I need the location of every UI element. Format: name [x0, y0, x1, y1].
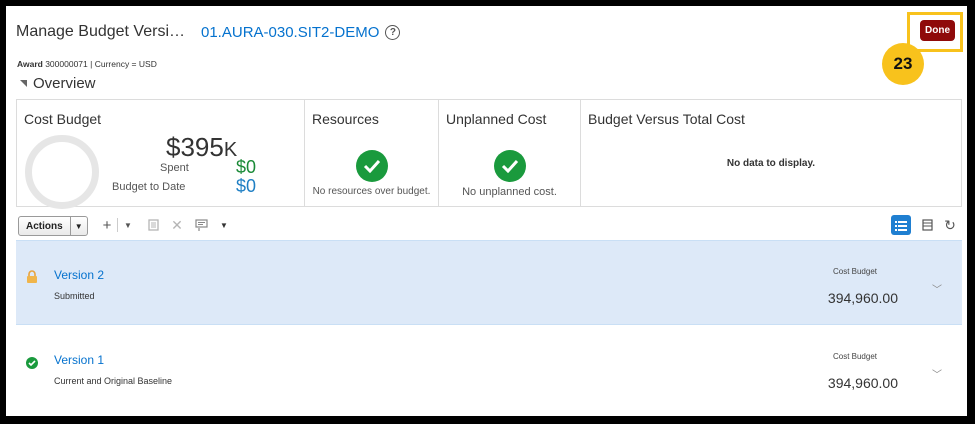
- resources-tile[interactable]: Resources No resources over budget.: [305, 100, 439, 206]
- resources-title: Resources: [312, 111, 379, 127]
- award-value: 300000071: [45, 59, 88, 69]
- compare-icon[interactable]: [194, 216, 210, 234]
- cost-budget-title: Cost Budget: [24, 111, 102, 127]
- resources-note: No resources over budget.: [312, 186, 431, 197]
- version-name-link[interactable]: Version 2: [54, 268, 104, 282]
- cost-budget-value: 394,960.00: [827, 375, 898, 391]
- unplanned-cost-title: Unplanned Cost: [446, 111, 547, 127]
- actions-label: Actions: [26, 220, 63, 232]
- copy-icon[interactable]: [146, 216, 160, 234]
- award-label: Award: [17, 59, 43, 69]
- step-badge: 23: [882, 43, 924, 85]
- version-status: Current and Original Baseline: [54, 376, 173, 386]
- unplanned-cost-note: No unplanned cost.: [462, 186, 557, 198]
- budget-vs-total-tile[interactable]: Budget Versus Total Cost No data to disp…: [581, 100, 961, 206]
- cost-budget-label: Cost Budget: [832, 352, 877, 361]
- cost-budget-label: Cost Budget: [832, 267, 877, 276]
- version-row[interactable]: Version 1 Current and Original Baseline …: [16, 326, 962, 411]
- delete-icon[interactable]: ✕: [170, 216, 184, 234]
- check-circle-icon: [26, 357, 38, 369]
- page-title: Manage Budget Versi…: [16, 23, 185, 40]
- meta-separator: |: [90, 59, 93, 69]
- check-circle-icon: [356, 150, 388, 182]
- award-meta: Award 300000071 | Currency = USD: [17, 59, 157, 69]
- cost-budget-value: 394,960.00: [827, 290, 898, 306]
- project-identifier: 01.AURA-030.SIT2-DEMO: [201, 23, 380, 41]
- list-view-icon[interactable]: [891, 215, 911, 235]
- more-chevron-down-icon[interactable]: ▼: [218, 216, 230, 234]
- page-frame: Manage Budget Versi… 01.AURA-030.SIT2-DE…: [6, 6, 967, 416]
- cost-budget-amount-value: $395: [166, 132, 224, 162]
- done-button[interactable]: Done: [920, 20, 955, 41]
- chevron-down-icon: ▼: [69, 217, 87, 235]
- lock-icon: [26, 270, 38, 289]
- overview-label: Overview: [33, 75, 96, 92]
- budget-to-date-value: $0: [236, 176, 257, 196]
- version-name-link[interactable]: Version 1: [54, 353, 104, 367]
- versions-toolbar: Actions ▼ + ▼ ✕ ▼ ↻: [18, 215, 958, 238]
- add-icon[interactable]: +: [100, 216, 114, 234]
- title-row: Manage Budget Versi… 01.AURA-030.SIT2-DE…: [16, 20, 401, 44]
- unplanned-cost-tile[interactable]: Unplanned Cost No unplanned cost.: [439, 100, 581, 206]
- help-icon[interactable]: ?: [385, 24, 401, 40]
- check-circle-icon: [494, 150, 526, 182]
- budget-vs-total-title: Budget Versus Total Cost: [588, 111, 745, 127]
- cost-budget-tile[interactable]: Cost Budget $395K Spent $0 Budget to Dat…: [17, 100, 305, 209]
- version-status: Submitted: [54, 291, 95, 301]
- table-view-icon[interactable]: [919, 216, 935, 234]
- actions-menu-button[interactable]: Actions ▼: [18, 216, 88, 236]
- spent-label: Spent: [160, 162, 189, 174]
- budget-donut-chart: [25, 135, 99, 209]
- add-menu-chevron-down-icon[interactable]: ▼: [122, 216, 134, 234]
- refresh-icon[interactable]: ↻: [942, 216, 958, 234]
- collapse-icon: [20, 80, 27, 87]
- toolbar-divider: [117, 218, 118, 232]
- expand-chevron-down-icon[interactable]: ﹀: [932, 366, 942, 381]
- no-data-message: No data to display.: [726, 158, 816, 169]
- expand-chevron-down-icon[interactable]: ﹀: [932, 281, 942, 296]
- currency-text: Currency = USD: [94, 59, 157, 69]
- budget-to-date-label: Budget to Date: [112, 181, 186, 193]
- overview-toggle[interactable]: Overview: [20, 75, 96, 92]
- cost-budget-amount: $395K: [166, 132, 237, 163]
- spent-value: $0: [236, 157, 257, 177]
- overview-tiles: Cost Budget $395K Spent $0 Budget to Dat…: [16, 99, 962, 209]
- version-row[interactable]: Version 2 Submitted Cost Budget 394,960.…: [16, 240, 962, 325]
